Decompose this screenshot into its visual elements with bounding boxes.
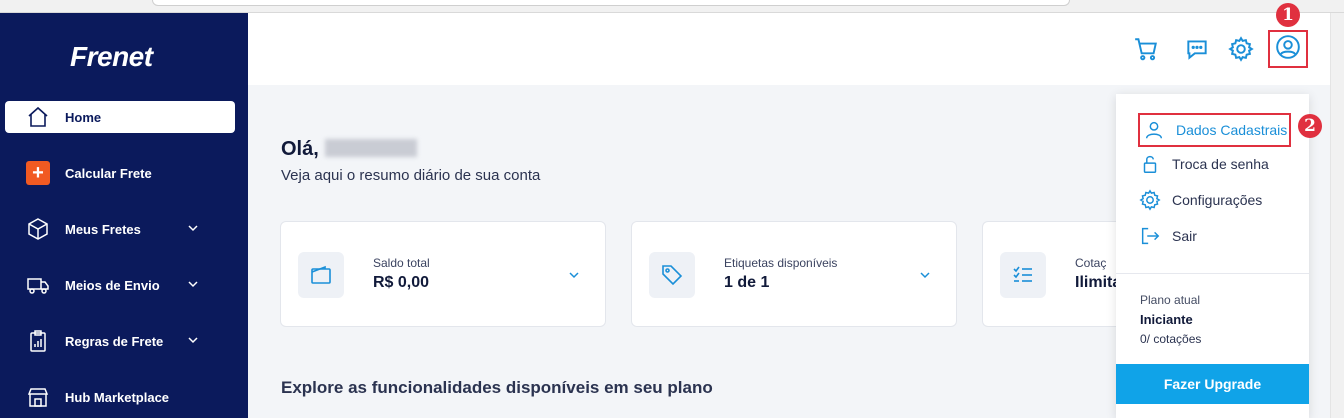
redacted-username bbox=[324, 139, 417, 157]
truck-icon bbox=[25, 272, 51, 298]
box-icon bbox=[25, 216, 51, 242]
menu-item-troca-de-senha[interactable]: Troca de senha bbox=[1138, 150, 1269, 178]
summary-card-saldo[interactable]: Saldo total R$ 0,00 bbox=[280, 221, 606, 327]
sidebar-item-label: Regras de Frete bbox=[65, 333, 164, 349]
lock-icon bbox=[1138, 152, 1162, 176]
user-icon bbox=[1275, 34, 1301, 65]
plus-icon: + bbox=[25, 160, 51, 186]
settings-icon[interactable] bbox=[1227, 35, 1255, 63]
cart-icon[interactable] bbox=[1132, 35, 1160, 63]
sidebar-item-calcular-frete[interactable]: + Calcular Frete bbox=[5, 157, 235, 189]
menu-item-dados-cadastrais[interactable]: Dados Cadastrais bbox=[1138, 113, 1291, 147]
greeting-subtitle: Veja aqui o resumo diário de sua conta bbox=[281, 167, 541, 184]
user-icon bbox=[1142, 118, 1166, 142]
plan-name: Iniciante bbox=[1140, 312, 1193, 327]
clipboard-chart-icon bbox=[25, 328, 51, 354]
card-label: Etiquetas disponíveis bbox=[724, 256, 838, 270]
sidebar-item-label: Hub Marketplace bbox=[65, 389, 170, 405]
menu-item-label: Dados Cadastrais bbox=[1176, 122, 1288, 138]
store-icon bbox=[25, 384, 51, 410]
plan-label: Plano atual bbox=[1140, 293, 1201, 307]
chat-icon[interactable] bbox=[1183, 35, 1211, 63]
chevron-down-icon[interactable] bbox=[568, 268, 580, 286]
summary-card-cotacoes[interactable]: Cotaç Ilimita bbox=[982, 221, 1121, 327]
sidebar-item-label: Meios de Envio bbox=[65, 277, 160, 293]
card-value: R$ 0,00 bbox=[373, 274, 430, 291]
explore-heading: Explore as funcionalidades disponíveis e… bbox=[281, 378, 713, 397]
card-value: 1 de 1 bbox=[724, 274, 770, 291]
greeting-title: Olá, bbox=[281, 138, 417, 161]
list-icon bbox=[1000, 252, 1046, 298]
user-menu-button[interactable] bbox=[1268, 30, 1308, 68]
summary-card-etiquetas[interactable]: Etiquetas disponíveis 1 de 1 bbox=[631, 221, 957, 327]
sidebar-item-meios-de-envio[interactable]: Meios de Envio bbox=[5, 269, 235, 301]
chevron-down-icon[interactable] bbox=[187, 334, 199, 349]
wallet-icon bbox=[298, 252, 344, 298]
home-icon bbox=[25, 104, 51, 130]
annotation-badge-1: 1 bbox=[1276, 3, 1300, 27]
menu-item-label: Sair bbox=[1172, 228, 1197, 244]
sidebar-item-label: Meus Fretes bbox=[65, 221, 141, 237]
menu-item-label: Configurações bbox=[1172, 192, 1263, 208]
menu-item-configuracoes[interactable]: Configurações bbox=[1138, 186, 1262, 214]
sidebar-item-label: Home bbox=[65, 109, 102, 125]
sidebar-item-regras-de-frete[interactable]: Regras de Frete bbox=[5, 325, 235, 357]
top-header bbox=[248, 13, 1330, 85]
upgrade-button[interactable]: Fazer Upgrade bbox=[1116, 364, 1309, 404]
greeting-text: Olá, bbox=[281, 138, 319, 160]
tag-icon bbox=[649, 252, 695, 298]
card-label: Saldo total bbox=[373, 256, 430, 270]
browser-address-bar[interactable] bbox=[152, 0, 1070, 6]
logout-icon bbox=[1138, 224, 1162, 248]
sidebar-item-home[interactable]: Home bbox=[5, 101, 235, 133]
browser-strip bbox=[0, 0, 1344, 13]
sidebar-item-meus-fretes[interactable]: Meus Fretes bbox=[5, 213, 235, 245]
menu-item-sair[interactable]: Sair bbox=[1138, 222, 1197, 250]
sidebar-item-label: Calcular Frete bbox=[65, 165, 152, 181]
sidebar-item-hub-marketplace[interactable]: Hub Marketplace bbox=[5, 381, 235, 413]
plan-quota: 0/ cotações bbox=[1140, 332, 1202, 346]
chevron-down-icon[interactable] bbox=[187, 278, 199, 293]
settings-icon bbox=[1138, 188, 1162, 212]
card-value: Ilimita bbox=[1075, 274, 1122, 291]
logo[interactable]: Frenet bbox=[70, 41, 153, 73]
user-dropdown-menu: Dados Cadastrais Troca de senha Configur… bbox=[1116, 94, 1309, 418]
annotation-badge-2: 2 bbox=[1298, 114, 1322, 138]
menu-divider bbox=[1116, 273, 1309, 274]
sidebar: Frenet Home + Calcular Frete Meus Fretes… bbox=[0, 13, 248, 418]
chevron-down-icon[interactable] bbox=[187, 222, 199, 237]
scrollbar[interactable] bbox=[1330, 13, 1344, 418]
card-label: Cotaç bbox=[1075, 256, 1107, 270]
menu-item-label: Troca de senha bbox=[1172, 156, 1269, 172]
chevron-down-icon[interactable] bbox=[919, 268, 931, 286]
